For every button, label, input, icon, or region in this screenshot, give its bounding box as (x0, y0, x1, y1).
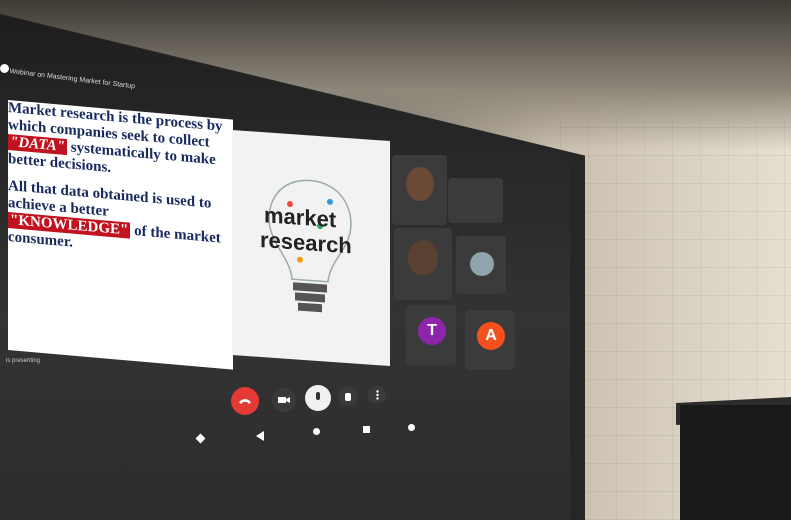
presenting-label: is presenting (6, 358, 41, 364)
hand-icon (345, 393, 351, 401)
recents-icon[interactable] (363, 426, 370, 433)
avatar-t: T (418, 317, 446, 345)
participant-tile-t[interactable]: T (406, 305, 456, 365)
presentation-slide: Market research is the process by which … (8, 100, 233, 370)
podium (680, 405, 791, 520)
hang-up-button[interactable] (231, 387, 259, 415)
participant-video-2[interactable] (448, 178, 503, 223)
participant-video-1[interactable] (392, 155, 447, 225)
more-vert-icon (375, 390, 379, 400)
avatar (470, 252, 494, 276)
back-arrow-icon[interactable] (256, 431, 264, 441)
raise-hand-button[interactable] (338, 386, 358, 406)
microphone-icon (316, 392, 320, 400)
participant-tile-4[interactable] (456, 236, 506, 294)
camera-button[interactable] (272, 388, 296, 412)
market-research-image: market research (232, 130, 390, 367)
app-icon (0, 64, 9, 73)
phone-hangup-icon (239, 399, 251, 404)
microphone-button[interactable] (305, 385, 331, 411)
participant-video-3[interactable] (394, 228, 452, 300)
camera-icon (278, 397, 290, 403)
participant-face (406, 167, 434, 201)
participant-tile-a[interactable]: A (465, 310, 515, 370)
slide-paragraph-2: All that data obtained is used to achiev… (8, 178, 233, 266)
avatar-a: A (477, 322, 505, 350)
home-icon[interactable] (313, 428, 320, 435)
participant-face (408, 240, 438, 276)
slide-text: All that data obtained is used to achiev… (8, 178, 212, 220)
more-options-button[interactable] (368, 386, 386, 404)
overview-icon[interactable] (408, 424, 415, 431)
